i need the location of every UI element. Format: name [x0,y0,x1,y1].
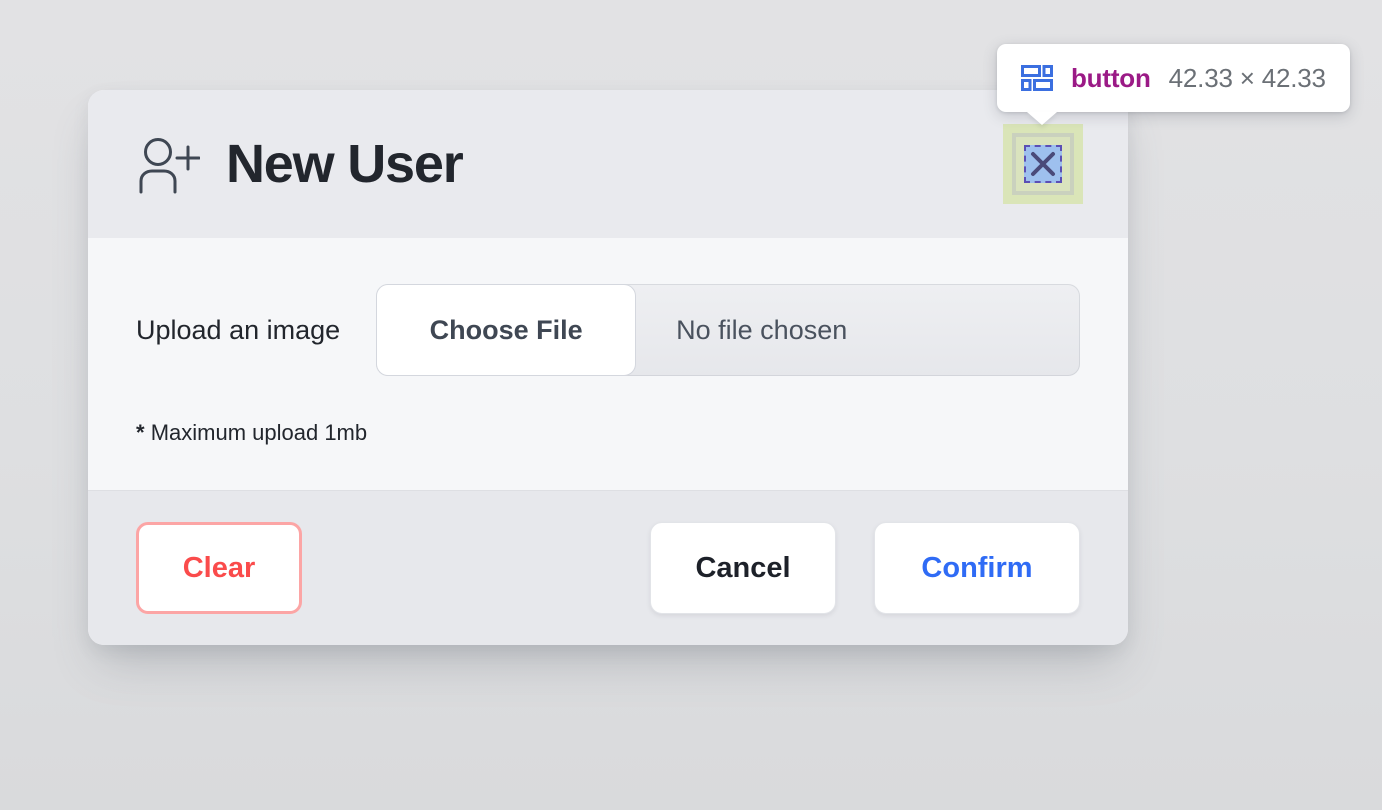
upload-row: Upload an image Choose File No file chos… [136,284,1080,376]
cancel-button[interactable]: Cancel [650,522,836,614]
confirm-button[interactable]: Confirm [874,522,1080,614]
clear-button[interactable]: Clear [136,522,302,614]
upload-image-label: Upload an image [136,314,341,345]
page-background: New User Upload an image Choose File No … [0,0,1382,810]
layout-grid-icon [1021,65,1053,91]
file-upload-input[interactable]: Choose File No file chosen [376,284,1080,376]
close-x-icon [1031,152,1055,176]
page-title: New User [226,134,464,194]
inspector-tag-name: button [1071,62,1151,93]
new-user-modal: New User Upload an image Choose File No … [88,90,1128,645]
upload-note: * Maximum upload 1mb [136,420,1080,446]
upload-note-marker: * [136,420,145,445]
user-plus-icon [139,138,200,194]
modal-header: New User [88,90,1128,238]
inspector-tooltip: button 42.33 × 42.33 [997,44,1350,112]
file-chosen-status: No file chosen [676,314,848,345]
choose-file-button[interactable]: Choose File [376,284,637,376]
close-button-highlight-overlay [1003,124,1083,204]
modal-header-left: New User [136,134,464,194]
close-button[interactable] [1024,145,1062,183]
inspector-dimensions: 42.33 × 42.33 [1168,62,1326,93]
modal-footer: Clear Cancel Confirm [88,490,1128,645]
upload-note-text: Maximum upload 1mb [150,420,368,445]
modal-body: Upload an image Choose File No file chos… [88,238,1128,490]
